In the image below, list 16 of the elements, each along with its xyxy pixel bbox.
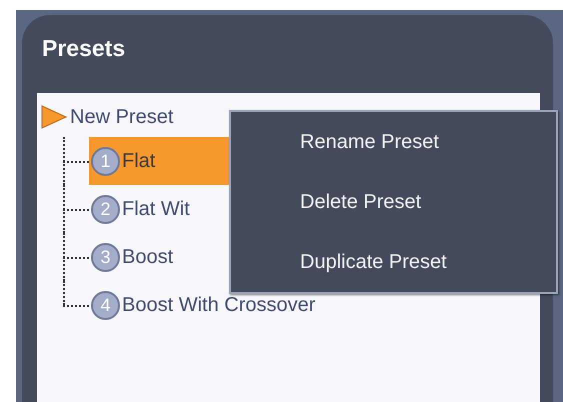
menu-item[interactable]: Delete Preset [231,172,556,232]
panel-title: Presets [42,34,126,63]
menu-item[interactable]: Rename Preset [231,112,556,172]
tree-item[interactable]: 1 Flat [89,137,229,185]
tree-item-label: Flat [122,149,156,174]
triangle-icon [40,104,68,130]
number-badge: 2 [91,194,120,224]
number-badge: 4 [91,290,120,320]
tree-item[interactable]: New Preset [70,102,174,132]
tree-item-label: Boost With Crossover [122,293,316,318]
number-badge: 3 [91,242,120,272]
tree-item[interactable]: 3 Boost [89,233,174,281]
number-badge: 1 [91,146,120,176]
tree-item-label: Boost [122,245,174,270]
tree-item[interactable]: 2 Flat Wit [89,185,190,233]
tree-item-label: Flat Wit [122,197,190,222]
